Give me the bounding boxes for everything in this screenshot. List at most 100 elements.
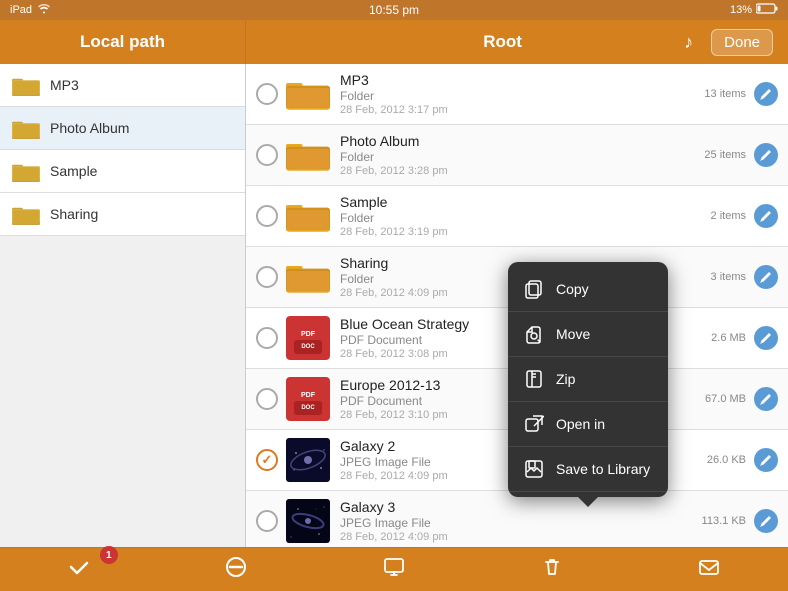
folder-icon [286,259,330,295]
context-menu-arrow [578,497,598,507]
file-size: 3 items [686,271,746,283]
edit-icon[interactable] [754,82,778,106]
sidebar-item-photo-album[interactable]: Photo Album [0,107,245,150]
radio-button[interactable] [256,83,278,105]
svg-text:DOC: DOC [301,405,315,411]
file-info: Sample Folder 28 Feb, 2012 3:19 pm [340,194,686,238]
svg-text:PDF: PDF [301,331,316,338]
main-content: MP3 Photo Album Sample Sharing [0,64,788,547]
check-button[interactable]: 1 [48,551,110,588]
folder-thumb [286,255,330,299]
file-date: 28 Feb, 2012 4:09 pm [340,531,686,543]
mail-button[interactable] [678,551,740,588]
folder-thumb [286,133,330,177]
edit-icon[interactable] [754,143,778,167]
folder-icon [12,74,40,96]
file-size: 113.1 KB [686,515,746,527]
toolbar-icon [68,556,90,583]
context-menu-item-open-in[interactable]: Open in [508,402,668,447]
sidebar-header: Local path [0,20,246,64]
music-icon: ♪ [684,32,693,53]
pdf-thumb: PDF DOC [286,377,330,421]
svg-text:PDF: PDF [301,392,316,399]
toolbar-icon [225,556,247,583]
file-size: 2 items [686,210,746,222]
folder-thumb [286,72,330,116]
context-menu-item-icon [522,277,546,301]
list-item[interactable]: Photo Album Folder 28 Feb, 2012 3:28 pm … [246,125,788,186]
image-thumb [286,438,330,482]
folder-icon [12,203,40,225]
pdf-thumb: PDF DOC [286,316,330,360]
context-menu-item-label: Copy [556,281,589,297]
radio-button[interactable] [256,327,278,349]
sidebar-item-label: MP3 [50,77,79,93]
done-button[interactable]: Done [711,29,773,56]
radio-button[interactable] [256,388,278,410]
pdf-icon: PDF DOC [286,377,330,421]
sidebar-item-label: Sharing [50,206,98,222]
file-size: 25 items [686,149,746,161]
context-menu-item-copy[interactable]: Copy [508,267,668,312]
edit-icon[interactable] [754,204,778,228]
file-info: Galaxy 3 JPEG Image File 28 Feb, 2012 4:… [340,499,686,543]
radio-button[interactable] [256,205,278,227]
sidebar-item-sharing[interactable]: Sharing [0,193,245,236]
bottom-toolbar: 1 [0,547,788,591]
edit-icon[interactable] [754,265,778,289]
file-date: 28 Feb, 2012 3:19 pm [340,226,686,238]
image-thumb [286,499,330,543]
badge-count: 1 [100,546,118,564]
list-item[interactable]: MP3 Folder 28 Feb, 2012 3:17 pm 13 items [246,64,788,125]
context-menu-item-label: Zip [556,371,575,387]
status-left: iPad [10,3,51,17]
folder-icon [286,76,330,112]
edit-icon[interactable] [754,509,778,533]
context-menu-item-label: Save to Library [556,461,650,477]
folder-icon [12,160,40,182]
file-info: MP3 Folder 28 Feb, 2012 3:17 pm [340,72,686,116]
radio-button[interactable] [256,266,278,288]
no-entry-button[interactable] [205,551,267,588]
context-menu-item-move[interactable]: Move [508,312,668,357]
galaxy3-thumbnail [286,499,330,543]
file-type: Folder [340,211,686,225]
battery-percent: 13% [730,4,752,16]
sidebar-item-sample[interactable]: Sample [0,150,245,193]
file-size: 13 items [686,88,746,100]
file-date: 28 Feb, 2012 3:17 pm [340,104,686,116]
context-menu-item-icon [522,457,546,481]
context-menu-item-label: Move [556,326,590,342]
folder-icon [12,117,40,139]
file-type: Folder [340,150,686,164]
file-type: Folder [340,89,686,103]
edit-icon[interactable] [754,387,778,411]
radio-button[interactable] [256,510,278,532]
folder-icon [286,198,330,234]
svg-text:DOC: DOC [301,344,315,350]
list-item[interactable]: Sample Folder 28 Feb, 2012 3:19 pm 2 ite… [246,186,788,247]
folder-thumb [286,194,330,238]
galaxy2-thumbnail [286,438,330,482]
toolbar-icon [541,556,563,583]
sidebar-item-mp3[interactable]: MP3 [0,64,245,107]
list-item[interactable]: Galaxy 3 JPEG Image File 28 Feb, 2012 4:… [246,491,788,547]
status-bar: iPad 10:55 pm 13% [0,0,788,20]
root-title: Root [321,32,684,52]
local-path-title: Local path [80,32,165,52]
edit-icon[interactable] [754,448,778,472]
file-info: Photo Album Folder 28 Feb, 2012 3:28 pm [340,133,686,177]
file-name: MP3 [340,72,686,88]
context-menu-item-label: Open in [556,416,605,432]
sidebar-item-label: Photo Album [50,120,129,136]
trash-button[interactable] [521,551,583,588]
radio-button[interactable] [256,144,278,166]
file-name: Sample [340,194,686,210]
context-menu-item-save-to-library[interactable]: Save to Library [508,447,668,492]
edit-icon[interactable] [754,326,778,350]
radio-button[interactable] [256,449,278,471]
context-menu-item-icon [522,412,546,436]
screen-button[interactable] [363,551,425,588]
context-menu-item-zip[interactable]: Zip [508,357,668,402]
file-size: 67.0 MB [686,393,746,405]
